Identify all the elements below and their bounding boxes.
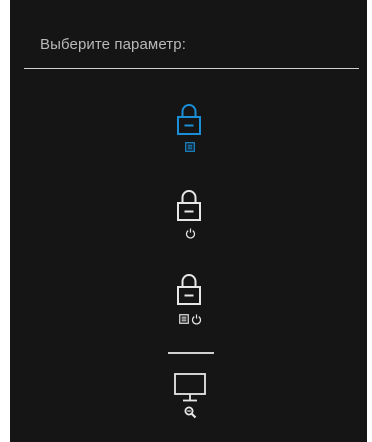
option-menu-power-lock[interactable]	[150, 272, 230, 332]
lock-icon	[177, 274, 201, 305]
option-menu-lock[interactable]	[150, 102, 230, 160]
power-icon	[191, 314, 201, 325]
option-display-diagnostics[interactable]	[150, 372, 230, 428]
magnifier-wrench-icon	[184, 406, 197, 419]
option-power-lock[interactable]	[150, 188, 230, 246]
monitor-icon	[174, 373, 206, 402]
option-sub-icons	[150, 142, 230, 152]
option-sub-icons	[150, 228, 230, 239]
header-divider	[24, 68, 359, 69]
menu-prompt: Выберите параметр:	[40, 36, 186, 53]
section-divider	[168, 352, 214, 354]
menu-icon	[178, 314, 189, 324]
power-icon	[185, 228, 195, 239]
lock-icon	[177, 190, 201, 221]
menu-icon	[185, 142, 195, 152]
lock-icon	[177, 104, 201, 135]
option-sub-icons	[150, 314, 230, 325]
osd-lock-menu-panel: Выберите параметр:	[10, 0, 367, 442]
